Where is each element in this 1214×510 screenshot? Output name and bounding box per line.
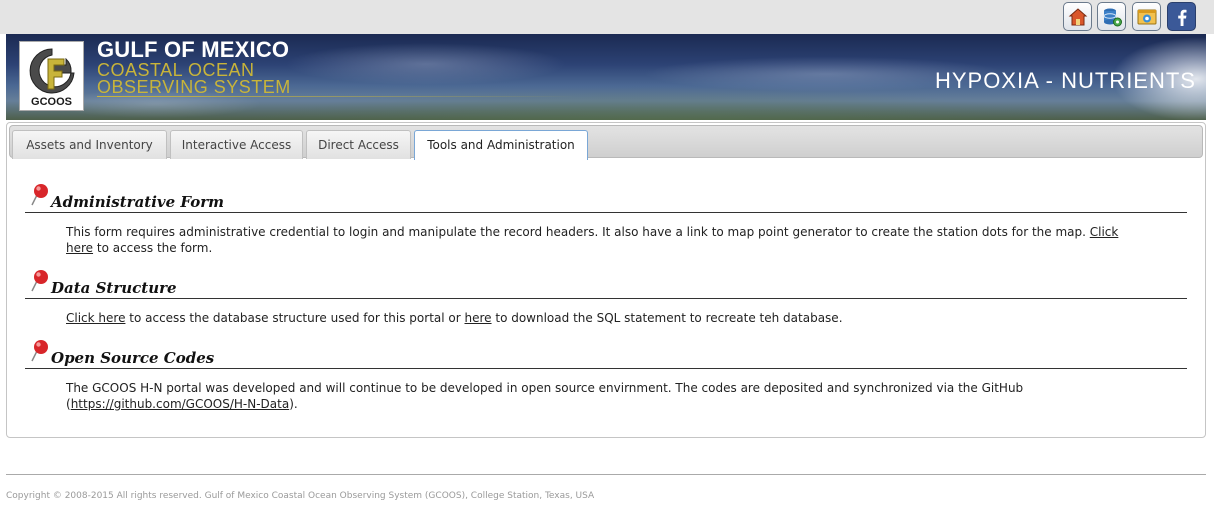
- section-text-data-structure: Click here to access the database struct…: [66, 310, 1136, 326]
- facebook-icon: [1177, 9, 1186, 26]
- section-text-admin: This form requires administrative creden…: [66, 224, 1136, 256]
- github-link[interactable]: https://github.com/GCOOS/H-N-Data: [71, 397, 290, 411]
- data-text-end: to download the SQL statement to recreat…: [491, 311, 843, 325]
- section-header-admin: Administrative Form: [25, 184, 1187, 213]
- database-structure-link[interactable]: Click here: [66, 311, 125, 325]
- copyright-text: Copyright © 2008-2015 All rights reserve…: [6, 491, 595, 501]
- section-header-open-source: Open Source Codes: [25, 340, 1187, 369]
- admin-text-end: to access the form.: [93, 241, 213, 255]
- home-icon: [1068, 7, 1087, 25]
- section-header-data-structure: Data Structure: [25, 270, 1187, 299]
- browser-button[interactable]: [1132, 2, 1161, 31]
- pushpin-icon: [31, 340, 48, 362]
- tab-assets-and-inventory[interactable]: Assets and Inventory: [12, 130, 167, 159]
- section-text-open-source: The GCOOS H-N portal was developed and w…: [66, 380, 1136, 412]
- database-button[interactable]: [1097, 2, 1126, 31]
- home-button[interactable]: [1063, 2, 1092, 31]
- facebook-button[interactable]: [1167, 2, 1196, 31]
- section-title-admin: Administrative Form: [51, 193, 225, 211]
- tab-interactive-access[interactable]: Interactive Access: [170, 130, 303, 159]
- gcoos-logo[interactable]: GCOOS: [19, 41, 84, 111]
- pushpin-icon: [31, 184, 48, 206]
- section-title-open-source: Open Source Codes: [51, 349, 215, 367]
- tab-direct-access[interactable]: Direct Access: [306, 130, 411, 159]
- database-settings-icon: [1103, 8, 1122, 26]
- admin-text: This form requires administrative creden…: [66, 225, 1090, 239]
- tab-bar: Assets and Inventory Interactive Access …: [9, 125, 1203, 160]
- app-title: HYPOXIA - NUTRIENTS: [934, 68, 1196, 93]
- tab-panel: Assets and Inventory Interactive Access …: [6, 122, 1206, 438]
- top-toolbar: [0, 0, 1214, 34]
- tab-tools-and-administration[interactable]: Tools and Administration: [414, 130, 588, 160]
- org-name-line3: OBSERVING SYSTEM: [97, 77, 291, 97]
- browser-window-icon: [1137, 9, 1156, 24]
- org-underline: [97, 96, 577, 97]
- sql-download-link[interactable]: here: [465, 311, 492, 325]
- org-name-line1: GULF OF MEXICO: [97, 37, 290, 62]
- header-banner: GCOOS GULF OF MEXICO COASTAL OCEAN OBSER…: [6, 34, 1206, 120]
- footer-divider: [6, 474, 1206, 475]
- opensource-text-end: ).: [289, 397, 298, 411]
- gcoos-logo-icon: [29, 48, 75, 94]
- pushpin-icon: [31, 270, 48, 292]
- logo-caption: GCOOS: [31, 96, 72, 108]
- section-title-data-structure: Data Structure: [51, 279, 177, 297]
- data-text: to access the database structure used fo…: [125, 311, 465, 325]
